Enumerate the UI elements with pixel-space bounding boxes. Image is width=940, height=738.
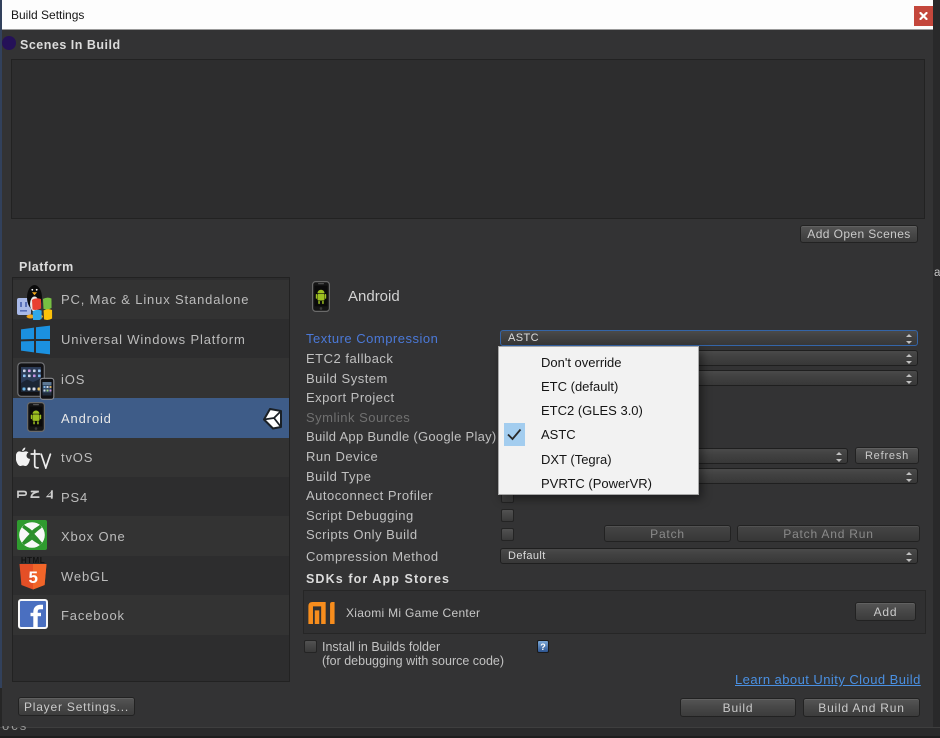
svg-text:5: 5 <box>28 568 37 587</box>
